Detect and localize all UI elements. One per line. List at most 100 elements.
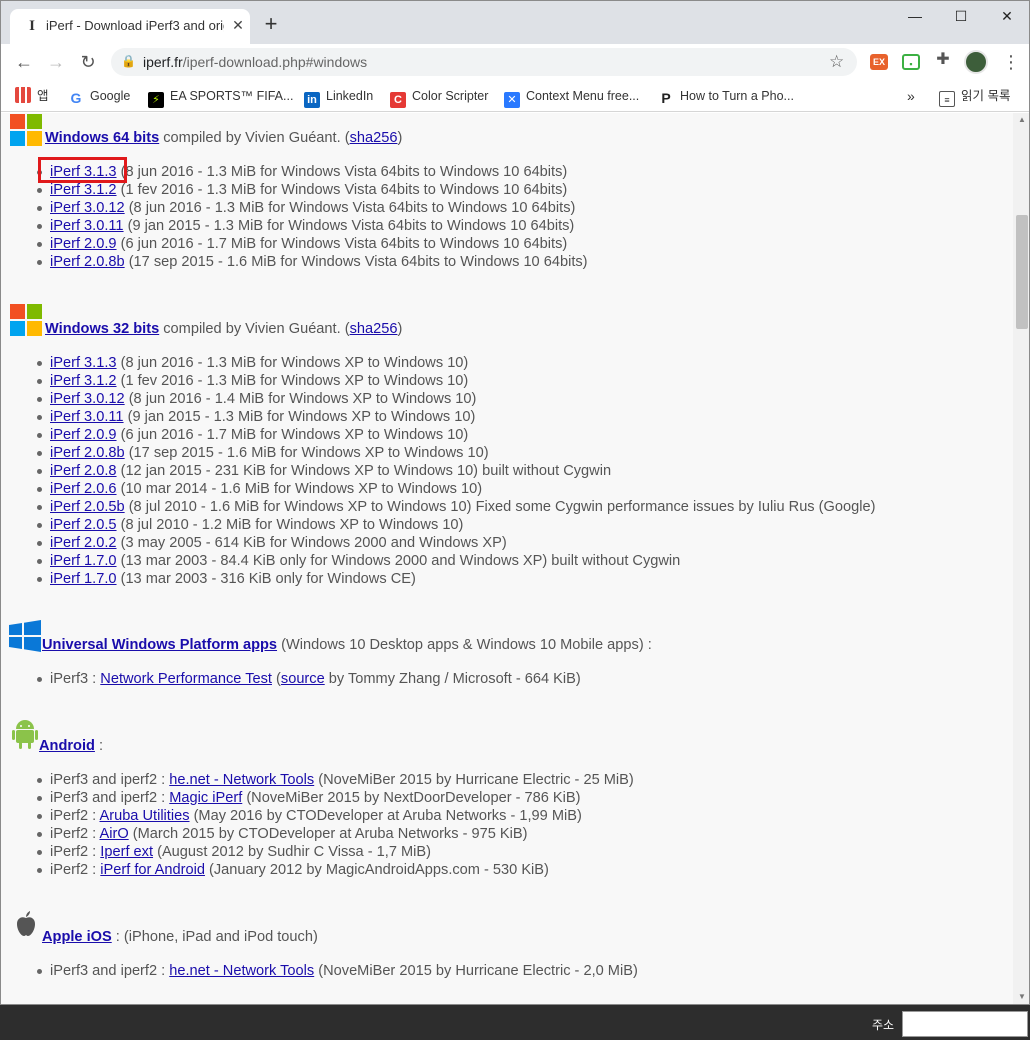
list-item: iPerf 2.0.6 (10 mar 2014 - 1.6 MiB for W… bbox=[36, 480, 875, 498]
download-link[interactable]: iPerf 2.0.9 bbox=[50, 427, 117, 443]
app-link[interactable]: iPerf for Android bbox=[100, 862, 205, 878]
tab-strip: I iPerf - Download iPerf3 and orig ✕ + —… bbox=[1, 1, 1029, 44]
uwp-link[interactable]: Universal Windows Platform apps bbox=[42, 637, 277, 653]
bookmarks-overflow-button[interactable]: » bbox=[907, 86, 915, 106]
maximize-button[interactable]: ☐ bbox=[938, 1, 984, 31]
back-button[interactable]: ← bbox=[11, 49, 37, 75]
ios-link[interactable]: Apple iOS bbox=[42, 929, 112, 945]
ea-sports-icon: ⚡ bbox=[148, 92, 164, 108]
app-link[interactable]: Aruba Utilities bbox=[99, 808, 189, 824]
uwp-list: iPerf3 : Network Performance Test (sourc… bbox=[37, 670, 581, 688]
list-item: iPerf 3.0.11 (9 jan 2015 - 1.3 MiB for W… bbox=[37, 217, 588, 235]
bookmark-star-icon[interactable]: ☆ bbox=[829, 52, 844, 72]
close-window-button[interactable]: ✕ bbox=[984, 1, 1029, 31]
download-link[interactable]: iPerf 2.0.9 bbox=[50, 236, 117, 252]
bookmark-linkedin[interactable]: in LinkedIn bbox=[304, 86, 373, 108]
list-item: iPerf 3.0.12 (8 jun 2016 - 1.3 MiB for W… bbox=[37, 199, 588, 217]
list-item: iPerf 1.7.0 (13 mar 2003 - 84.4 KiB only… bbox=[36, 552, 875, 570]
app-link[interactable]: AirO bbox=[99, 826, 128, 842]
download-link[interactable]: iPerf 3.0.11 bbox=[50, 218, 124, 234]
reload-button[interactable]: ↻ bbox=[75, 49, 101, 75]
list-item: iPerf2 : iPerf for Android (January 2012… bbox=[37, 861, 634, 879]
android-link[interactable]: Android bbox=[39, 738, 95, 754]
context-menu-icon: ✕ bbox=[504, 92, 520, 108]
download-link[interactable]: iPerf 2.0.5 bbox=[50, 517, 117, 533]
windows-logo-icon bbox=[10, 304, 42, 336]
windows-32-link[interactable]: Windows 32 bits bbox=[45, 321, 159, 337]
new-tab-button[interactable]: + bbox=[259, 13, 283, 37]
list-item: iPerf 1.7.0 (13 mar 2003 - 316 KiB only … bbox=[36, 570, 875, 588]
scroll-down-arrow-icon[interactable]: ▼ bbox=[1013, 992, 1029, 1004]
download-link[interactable]: iPerf 2.0.5b bbox=[50, 499, 125, 515]
section-windows-64: Windows 64 bits compiled by Vivien Guéan… bbox=[45, 130, 403, 146]
bookmark-context-menu[interactable]: ✕ Context Menu free... bbox=[504, 86, 639, 108]
windows-64-list: iPerf 3.1.3 (8 jun 2016 - 1.3 MiB for Wi… bbox=[37, 163, 588, 271]
list-item: iPerf2 : AirO (March 2015 by CTODevelope… bbox=[37, 825, 634, 843]
minimize-button[interactable]: — bbox=[892, 1, 938, 31]
list-item: iPerf 2.0.8 (12 jan 2015 - 231 KiB for W… bbox=[36, 462, 875, 480]
download-link[interactable]: iPerf 2.0.6 bbox=[50, 481, 117, 497]
download-link[interactable]: iPerf 2.0.8b bbox=[50, 254, 125, 270]
p-icon: P bbox=[658, 90, 674, 106]
list-item: iPerf 3.1.2 (1 fev 2016 - 1.3 MiB for Wi… bbox=[36, 372, 875, 390]
windows-32-list: iPerf 3.1.3 (8 jun 2016 - 1.3 MiB for Wi… bbox=[36, 354, 876, 588]
download-link[interactable]: iPerf 3.0.11 bbox=[50, 409, 124, 425]
sha256-32-link[interactable]: sha256 bbox=[350, 321, 398, 337]
lock-icon: 🔒 bbox=[121, 54, 136, 68]
section-android: Android : bbox=[39, 738, 104, 754]
download-link[interactable]: iPerf 3.1.2 bbox=[50, 373, 117, 389]
extensions-puzzle-icon[interactable]: ✚ bbox=[934, 52, 952, 68]
bookmarks-bar: 앱 G Google ⚡ EA SPORTS™ FIFA... in LinkedIn… bbox=[1, 80, 1029, 112]
download-link[interactable]: iPerf 3.0.12 bbox=[50, 391, 125, 407]
download-link[interactable]: iPerf 2.0.8 bbox=[50, 463, 117, 479]
taskbar: 주소 bbox=[0, 1005, 1030, 1040]
url-text[interactable]: iperf.fr/iperf-download.php#windows bbox=[143, 54, 367, 70]
windows-logo-icon bbox=[10, 114, 42, 146]
bookmark-google[interactable]: G Google bbox=[68, 86, 130, 106]
bookmark-color-scripter[interactable]: C Color Scripter bbox=[390, 86, 488, 108]
bookmark-ea-sports[interactable]: ⚡ EA SPORTS™ FIFA... bbox=[148, 86, 293, 108]
reading-list-button[interactable]: ≡ 읽기 목록 bbox=[939, 86, 1010, 107]
android-list: iPerf3 and iperf2 : he.net - Network Too… bbox=[37, 771, 634, 879]
profile-avatar[interactable] bbox=[964, 50, 988, 74]
bookmark-apps[interactable]: 앱 bbox=[15, 86, 49, 106]
highlight-box bbox=[38, 157, 127, 183]
apps-grid-icon bbox=[15, 87, 31, 103]
sha256-64-link[interactable]: sha256 bbox=[350, 130, 398, 146]
section-ios: Apple iOS : (iPhone, iPad and iPod touch… bbox=[42, 929, 318, 945]
list-item: iPerf2 : Iperf ext (August 2012 by Sudhi… bbox=[37, 843, 634, 861]
address-bar[interactable]: 🔒 iperf.fr/iperf-download.php#windows ☆ bbox=[111, 48, 857, 76]
extension-2-icon[interactable]: ▪ bbox=[902, 54, 920, 70]
list-item: iPerf 3.1.2 (1 fev 2016 - 1.3 MiB for Wi… bbox=[37, 181, 588, 199]
bookmark-how-to[interactable]: P How to Turn a Pho... bbox=[658, 86, 794, 106]
network-performance-test-link[interactable]: Network Performance Test bbox=[100, 671, 272, 687]
browser-window: I iPerf - Download iPerf3 and orig ✕ + —… bbox=[0, 0, 1030, 1005]
browser-menu-icon[interactable]: ⋮ bbox=[1001, 50, 1021, 74]
download-link[interactable]: iPerf 3.0.12 bbox=[50, 200, 125, 216]
list-item: iPerf3 and iperf2 : he.net - Network Too… bbox=[37, 772, 634, 788]
download-link[interactable]: iPerf 3.1.3 bbox=[50, 355, 117, 371]
tab-close-icon[interactable]: ✕ bbox=[230, 17, 246, 33]
source-link[interactable]: source bbox=[281, 671, 325, 687]
download-link[interactable]: iPerf 2.0.8b bbox=[50, 445, 125, 461]
vertical-scrollbar[interactable]: ▲ ▼ bbox=[1013, 113, 1029, 1004]
app-link[interactable]: he.net - Network Tools bbox=[169, 772, 314, 788]
app-link[interactable]: Magic iPerf bbox=[169, 790, 242, 806]
scrollbar-thumb[interactable] bbox=[1016, 215, 1028, 329]
download-link[interactable]: iPerf 1.7.0 bbox=[50, 571, 117, 587]
list-item: iPerf 2.0.5b (8 jul 2010 - 1.6 MiB for W… bbox=[36, 499, 876, 515]
tab-iperf[interactable]: I iPerf - Download iPerf3 and orig ✕ bbox=[10, 9, 250, 44]
list-item: iPerf 3.0.11 (9 jan 2015 - 1.3 MiB for W… bbox=[36, 408, 875, 426]
windows-64-link[interactable]: Windows 64 bits bbox=[45, 130, 159, 146]
list-item: iPerf 2.0.5 (8 jul 2010 - 1.2 MiB for Wi… bbox=[36, 516, 875, 534]
app-link[interactable]: Iperf ext bbox=[100, 844, 153, 860]
scroll-up-arrow-icon[interactable]: ▲ bbox=[1013, 115, 1029, 127]
download-link[interactable]: iPerf 3.1.2 bbox=[50, 182, 117, 198]
download-link[interactable]: iPerf 2.0.2 bbox=[50, 535, 117, 551]
list-item: iPerf3 and iperf2 : he.net - Network Too… bbox=[37, 963, 638, 979]
forward-button[interactable]: → bbox=[43, 49, 69, 75]
download-link[interactable]: iPerf 1.7.0 bbox=[50, 553, 117, 569]
app-link[interactable]: he.net - Network Tools bbox=[169, 963, 314, 979]
extension-1-icon[interactable]: EX bbox=[870, 54, 888, 70]
taskbar-address-input[interactable] bbox=[902, 1011, 1028, 1037]
